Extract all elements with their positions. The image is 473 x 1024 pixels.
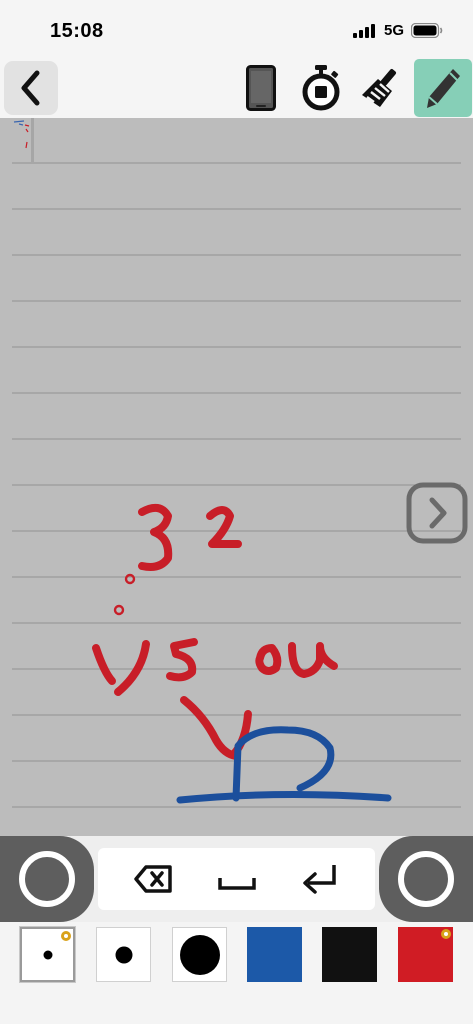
status-bar: 15:08 5G <box>0 0 473 58</box>
back-button[interactable] <box>4 61 58 115</box>
battery-icon <box>411 23 443 38</box>
gear-badge-icon <box>441 929 451 939</box>
key-bar <box>98 848 375 910</box>
input-controls <box>0 836 473 922</box>
next-page-button[interactable] <box>406 482 468 544</box>
broom-icon <box>362 68 397 107</box>
pen-size-medium[interactable] <box>96 927 151 982</box>
right-stylus-button[interactable] <box>379 836 473 922</box>
space-key[interactable] <box>207 855 267 903</box>
left-stylus-button[interactable] <box>0 836 94 922</box>
network-type-label: 5G <box>383 22 404 39</box>
drawing-app-screen: 15:08 5G <box>0 0 473 1024</box>
stopwatch-icon <box>302 65 340 111</box>
pen-size-small[interactable] <box>20 927 75 982</box>
device-view-button[interactable] <box>234 62 288 114</box>
ring-icon <box>19 851 75 907</box>
pen-palette <box>0 922 473 1024</box>
pen-size-large[interactable] <box>172 927 227 982</box>
chevron-right-icon <box>406 482 468 544</box>
return-key[interactable] <box>290 855 350 903</box>
top-toolbar <box>0 58 473 118</box>
status-indicators: 5G <box>352 22 443 39</box>
medium-dot-icon <box>115 946 132 963</box>
clear-canvas-button[interactable] <box>354 62 408 114</box>
color-black-swatch[interactable] <box>322 927 377 982</box>
pencil-icon <box>427 69 460 108</box>
pen-tool-button[interactable] <box>414 59 472 117</box>
gear-badge-icon <box>61 931 71 941</box>
color-blue-swatch[interactable] <box>247 927 302 982</box>
backspace-key[interactable] <box>124 855 184 903</box>
return-icon <box>302 865 336 894</box>
small-dot-icon <box>43 950 52 959</box>
handwritten-strokes <box>92 503 392 804</box>
chevron-left-icon <box>21 70 40 106</box>
drawing-canvas[interactable] <box>0 118 473 836</box>
timer-button[interactable] <box>294 62 348 114</box>
backspace-icon <box>133 865 172 893</box>
signal-bars-icon <box>352 23 375 38</box>
large-dot-icon <box>179 934 220 975</box>
color-red-swatch[interactable] <box>398 927 453 982</box>
status-time: 15:08 <box>50 20 104 42</box>
ring-icon <box>398 851 454 907</box>
phone-icon <box>246 65 276 111</box>
space-icon <box>217 878 256 890</box>
